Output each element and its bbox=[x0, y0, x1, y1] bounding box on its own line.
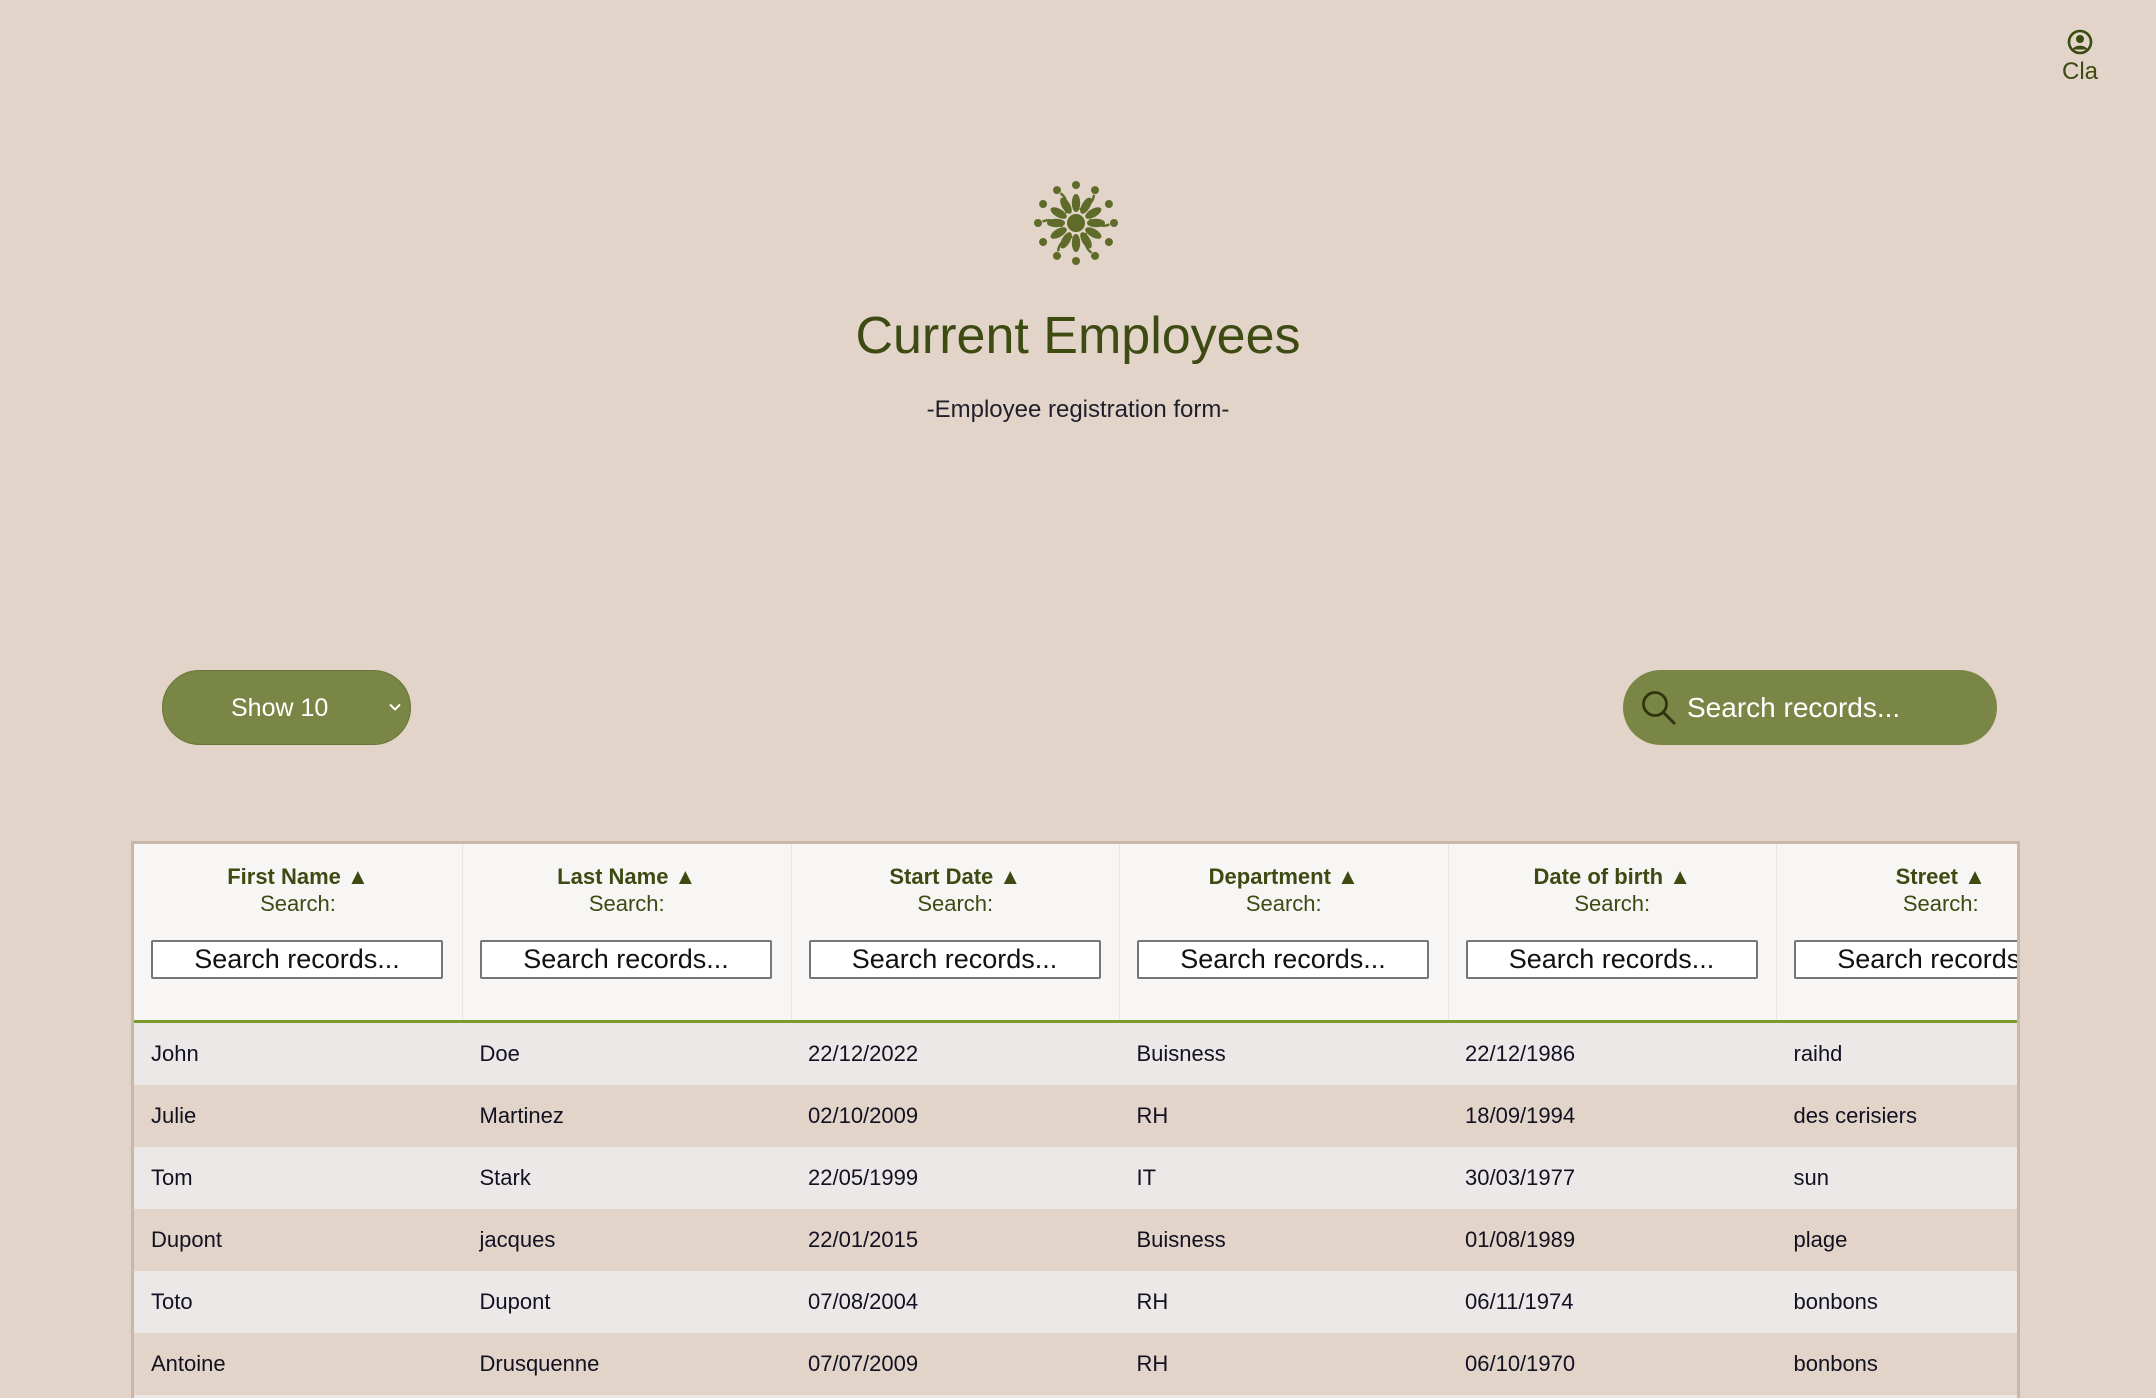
user-menu[interactable]: Cla bbox=[2062, 28, 2098, 86]
chevron-down-icon bbox=[389, 703, 401, 711]
sort-last-name[interactable]: Last Name ▲ bbox=[463, 863, 791, 891]
cell-date-of-birth: 18/09/1994 bbox=[1448, 1085, 1777, 1147]
column-search-label: Search: bbox=[588, 891, 665, 916]
column-search-label: Search: bbox=[917, 891, 994, 916]
cell-date-of-birth: 01/08/1989 bbox=[1448, 1209, 1777, 1271]
start-date-search-input[interactable] bbox=[808, 940, 1101, 979]
cell-street: des cerisiers bbox=[1776, 1085, 2017, 1147]
user-circle-icon bbox=[2067, 29, 2093, 55]
column-header-last-name: Last Name ▲ Search: bbox=[462, 844, 792, 1023]
cell-start-date: 07/08/2004 bbox=[791, 1271, 1120, 1333]
cell-street: sun bbox=[1776, 1147, 2017, 1209]
table-row[interactable]: Dupont jacques 22/01/2015 Buisness 01/08… bbox=[134, 1209, 2017, 1271]
cell-first-name: Dupont bbox=[134, 1209, 463, 1271]
cell-street: bonbons bbox=[1776, 1333, 2017, 1395]
first-name-search-input[interactable] bbox=[151, 940, 443, 979]
cell-department: IT bbox=[1119, 1147, 1448, 1209]
cell-last-name: Stark bbox=[462, 1147, 791, 1209]
cell-first-name: Toto bbox=[134, 1271, 463, 1333]
global-search-box bbox=[1623, 670, 1997, 745]
street-search-input[interactable] bbox=[1794, 940, 2017, 979]
page-title: Current Employees bbox=[855, 307, 1301, 365]
employee-list-page: Cla Current Employees -Employee registra… bbox=[0, 0, 2156, 1398]
table-header-row: First Name ▲ Search: Last Name ▲ Search:… bbox=[134, 844, 2017, 1023]
employees-table-container: First Name ▲ Search: Last Name ▲ Search:… bbox=[131, 841, 2020, 1398]
cell-first-name: Antoine bbox=[134, 1333, 463, 1395]
sort-department[interactable]: Department ▲ bbox=[1120, 863, 1448, 891]
entries-per-page-label: Show 10 bbox=[231, 694, 329, 722]
department-search-input[interactable] bbox=[1137, 940, 1429, 979]
cell-last-name: jacques bbox=[462, 1209, 791, 1271]
user-name: Cla bbox=[2062, 58, 2099, 85]
cell-last-name: Dupont bbox=[462, 1271, 791, 1333]
cell-last-name: Doe bbox=[462, 1021, 791, 1085]
cell-date-of-birth: 22/12/1986 bbox=[1448, 1021, 1777, 1085]
table-row[interactable]: Antoine Drusquenne 07/07/2009 RH 06/10/1… bbox=[134, 1333, 2017, 1395]
entries-per-page-select[interactable]: Show 10 bbox=[162, 670, 411, 745]
cell-department: Buisness bbox=[1119, 1209, 1448, 1271]
cell-department: RH bbox=[1119, 1333, 1448, 1395]
cell-start-date: 22/01/2015 bbox=[791, 1209, 1120, 1271]
sort-street[interactable]: Street ▲ bbox=[1777, 863, 2017, 891]
cell-date-of-birth: 06/10/1970 bbox=[1448, 1333, 1777, 1395]
search-icon bbox=[1642, 691, 1676, 725]
cell-street: bonbons bbox=[1776, 1271, 2017, 1333]
column-header-department: Department ▲ Search: bbox=[1119, 844, 1449, 1023]
flower-mandala-icon bbox=[1033, 181, 1119, 266]
cell-street: plage bbox=[1776, 1209, 2017, 1271]
column-search-label: Search: bbox=[1902, 891, 1979, 916]
cell-first-name: Julie bbox=[134, 1085, 463, 1147]
cell-last-name: Drusquenne bbox=[462, 1333, 791, 1395]
table-row[interactable]: Tom Stark 22/05/1999 IT 30/03/1977 sun bbox=[134, 1147, 2017, 1209]
table-row[interactable]: Julie Martinez 02/10/2009 RH 18/09/1994 … bbox=[134, 1085, 2017, 1147]
cell-first-name: Tom bbox=[134, 1147, 463, 1209]
cell-start-date: 07/07/2009 bbox=[791, 1333, 1120, 1395]
page-subtitle: -Employee registration form- bbox=[926, 396, 1230, 423]
last-name-search-input[interactable] bbox=[480, 940, 772, 979]
cell-department: Buisness bbox=[1119, 1021, 1448, 1085]
column-header-start-date: Start Date ▲ Search: bbox=[791, 844, 1120, 1023]
column-search-label: Search: bbox=[260, 891, 336, 916]
cell-department: RH bbox=[1119, 1085, 1448, 1147]
sort-date-of-birth[interactable]: Date of birth ▲ bbox=[1449, 863, 1777, 891]
column-header-street: Street ▲ Search: bbox=[1776, 844, 2017, 1023]
cell-start-date: 22/05/1999 bbox=[791, 1147, 1120, 1209]
employees-table: First Name ▲ Search: Last Name ▲ Search:… bbox=[134, 844, 2017, 1398]
cell-street: raihd bbox=[1776, 1021, 2017, 1085]
cell-first-name: John bbox=[134, 1021, 463, 1085]
date-of-birth-search-input[interactable] bbox=[1465, 940, 1758, 979]
cell-last-name: Martinez bbox=[462, 1085, 791, 1147]
sort-start-date[interactable]: Start Date ▲ bbox=[792, 863, 1120, 891]
cell-date-of-birth: 30/03/1977 bbox=[1448, 1147, 1777, 1209]
cell-start-date: 02/10/2009 bbox=[791, 1085, 1120, 1147]
table-row[interactable]: John Doe 22/12/2022 Buisness 22/12/1986 … bbox=[134, 1021, 2017, 1085]
table-row[interactable]: Toto Dupont 07/08/2004 RH 06/11/1974 bon… bbox=[134, 1271, 2017, 1333]
column-header-date-of-birth: Date of birth ▲ Search: bbox=[1448, 844, 1777, 1023]
column-header-first-name: First Name ▲ Search: bbox=[134, 844, 463, 1023]
column-search-label: Search: bbox=[1574, 891, 1651, 916]
cell-department: RH bbox=[1119, 1271, 1448, 1333]
column-search-label: Search: bbox=[1245, 891, 1322, 916]
cell-date-of-birth: 06/11/1974 bbox=[1448, 1271, 1777, 1333]
global-search-input[interactable] bbox=[1685, 684, 1979, 732]
sort-first-name[interactable]: First Name ▲ bbox=[134, 863, 462, 891]
cell-start-date: 22/12/2022 bbox=[791, 1021, 1120, 1085]
